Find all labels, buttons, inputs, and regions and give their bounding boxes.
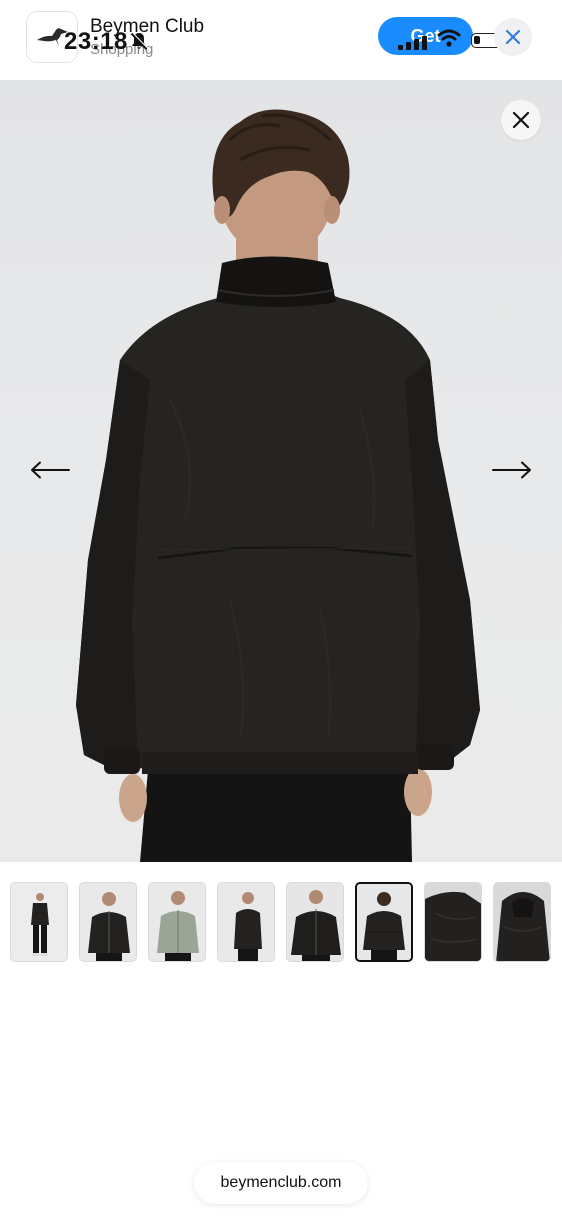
- product-photo: [76, 109, 480, 862]
- close-viewer-button[interactable]: [501, 100, 541, 140]
- bell-muted-icon: [130, 32, 148, 50]
- thumbnail-3[interactable]: [148, 882, 206, 962]
- banner-close-button[interactable]: [494, 18, 532, 56]
- app-store-banner: Beymen Club Shopping 23:18 Get: [0, 0, 562, 80]
- thumbnail-strip: [10, 882, 552, 964]
- thumbnail-7[interactable]: [424, 882, 482, 962]
- arrow-right-icon: [492, 461, 531, 479]
- url-domain-pill[interactable]: beymenclub.com: [194, 1162, 368, 1204]
- thumbnail-6-selected[interactable]: [355, 882, 413, 962]
- previous-image-button[interactable]: [30, 458, 70, 482]
- thumbnail-8[interactable]: [493, 882, 551, 962]
- cellular-signal-icon: [398, 36, 427, 50]
- status-time: 23:18: [64, 28, 128, 55]
- thumbnail-5[interactable]: [286, 882, 344, 962]
- close-icon: [505, 29, 521, 45]
- arrow-left-icon: [31, 461, 70, 479]
- product-image-viewer[interactable]: [0, 80, 562, 862]
- wifi-icon: [437, 29, 461, 47]
- close-icon: [512, 111, 530, 129]
- next-image-button[interactable]: [492, 458, 532, 482]
- thumbnail-2[interactable]: [79, 882, 137, 962]
- thumbnail-4[interactable]: [217, 882, 275, 962]
- thumbnail-1[interactable]: [10, 882, 68, 962]
